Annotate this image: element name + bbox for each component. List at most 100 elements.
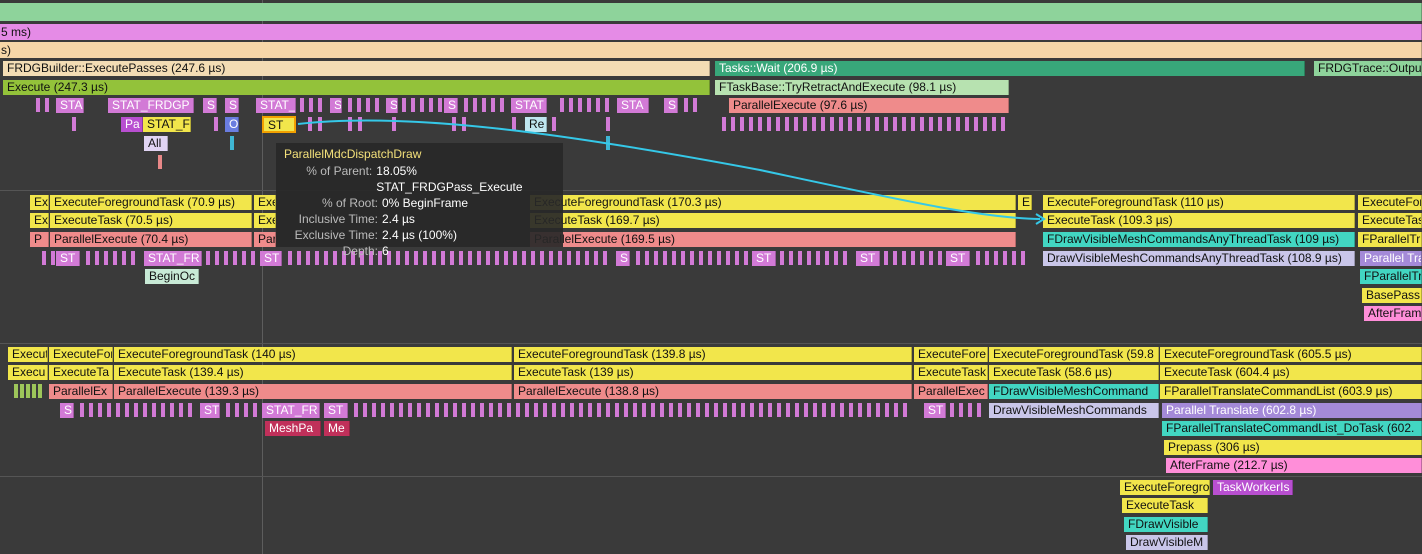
small-event-tick[interactable]: [678, 403, 682, 417]
timing-event[interactable]: ST: [200, 403, 220, 418]
small-event-tick[interactable]: [731, 117, 735, 131]
small-event-tick[interactable]: [938, 117, 942, 131]
small-event-tick[interactable]: [244, 403, 248, 417]
small-event-tick[interactable]: [669, 403, 673, 417]
timing-event[interactable]: FParallelTr: [1360, 269, 1422, 284]
small-event-tick[interactable]: [570, 403, 574, 417]
small-event-tick[interactable]: [567, 251, 571, 265]
timing-event[interactable]: ExecuteTask (139.4 µs): [114, 365, 512, 380]
small-event-tick[interactable]: [420, 98, 424, 112]
small-event-tick[interactable]: [354, 403, 358, 417]
small-event-tick[interactable]: [179, 403, 183, 417]
timing-event[interactable]: ExecuteForegroundTask (140 µs): [114, 347, 512, 362]
small-event-tick[interactable]: [722, 117, 726, 131]
small-event-tick[interactable]: [642, 403, 646, 417]
small-event-tick[interactable]: [992, 117, 996, 131]
small-event-tick[interactable]: [152, 403, 156, 417]
small-event-tick[interactable]: [903, 403, 907, 417]
small-event-tick[interactable]: [482, 98, 486, 112]
frame-bar-3[interactable]: s): [0, 42, 1422, 58]
timing-event[interactable]: Prepass (306 µs): [1164, 440, 1422, 455]
small-event-tick[interactable]: [744, 251, 748, 265]
small-event-tick[interactable]: [867, 403, 871, 417]
timing-event[interactable]: ParallelExecute (139.3 µs): [114, 384, 512, 399]
small-event-tick[interactable]: [38, 384, 42, 398]
small-event-tick[interactable]: [309, 98, 313, 112]
small-event-tick[interactable]: [381, 403, 385, 417]
small-event-tick[interactable]: [375, 98, 379, 112]
small-event-tick[interactable]: [681, 251, 685, 265]
small-event-tick[interactable]: [749, 117, 753, 131]
small-event-tick[interactable]: [512, 117, 516, 131]
small-event-tick[interactable]: [651, 403, 655, 417]
small-event-tick[interactable]: [80, 403, 84, 417]
small-event-tick[interactable]: [813, 403, 817, 417]
small-event-tick[interactable]: [839, 117, 843, 131]
timing-event[interactable]: BeginOc: [145, 269, 199, 284]
small-event-tick[interactable]: [438, 98, 442, 112]
small-event-tick[interactable]: [104, 251, 108, 265]
small-event-tick[interactable]: [994, 251, 998, 265]
small-event-tick[interactable]: [950, 403, 954, 417]
timing-event[interactable]: FParallelTranslateCommandList (603.9 µs): [1160, 384, 1422, 399]
timing-event[interactable]: STAT_FRDGP: [108, 98, 194, 113]
timing-event[interactable]: Ex: [30, 213, 49, 228]
small-event-tick[interactable]: [929, 117, 933, 131]
timing-event[interactable]: ST: [260, 251, 282, 266]
small-event-tick[interactable]: [798, 251, 802, 265]
frame-bar-top[interactable]: [0, 3, 1422, 21]
small-event-tick[interactable]: [920, 251, 924, 265]
timing-event[interactable]: Execute (247.3 µs): [3, 80, 710, 95]
small-event-tick[interactable]: [95, 251, 99, 265]
small-event-tick[interactable]: [471, 403, 475, 417]
small-event-tick[interactable]: [318, 98, 322, 112]
small-event-tick[interactable]: [348, 98, 352, 112]
small-event-tick[interactable]: [1001, 117, 1005, 131]
timing-event[interactable]: Me: [324, 421, 350, 436]
small-event-tick[interactable]: [308, 117, 312, 131]
timing-event[interactable]: FDrawVisibleMeshCommandsAnyThreadTask (1…: [1043, 232, 1355, 247]
small-event-tick[interactable]: [812, 117, 816, 131]
timing-event[interactable]: Pa: [121, 117, 143, 132]
timing-event[interactable]: Ex: [30, 195, 49, 210]
small-event-tick[interactable]: [560, 98, 564, 112]
small-event-tick[interactable]: [750, 403, 754, 417]
timing-event[interactable]: All: [144, 136, 168, 151]
timing-event[interactable]: AfterFram: [1364, 306, 1422, 321]
timing-event[interactable]: MeshPa: [265, 421, 321, 436]
small-event-tick[interactable]: [131, 251, 135, 265]
small-event-tick[interactable]: [893, 117, 897, 131]
timing-event[interactable]: STA: [617, 98, 649, 113]
small-event-tick[interactable]: [214, 117, 218, 131]
small-event-tick[interactable]: [596, 98, 600, 112]
timing-event[interactable]: ST: [324, 403, 348, 418]
timing-event[interactable]: ExecuteTask: [1122, 498, 1208, 513]
small-event-tick[interactable]: [113, 251, 117, 265]
small-event-tick[interactable]: [429, 98, 433, 112]
small-event-tick[interactable]: [534, 403, 538, 417]
small-event-tick[interactable]: [606, 117, 610, 131]
timing-event[interactable]: Exe: [254, 213, 276, 228]
small-event-tick[interactable]: [444, 403, 448, 417]
small-event-tick[interactable]: [983, 117, 987, 131]
small-event-tick[interactable]: [956, 117, 960, 131]
small-event-tick[interactable]: [705, 403, 709, 417]
timing-event[interactable]: S: [330, 98, 342, 113]
small-event-tick[interactable]: [785, 117, 789, 131]
timing-event[interactable]: ExecuteForegroundTask (170.3 µs): [530, 195, 1016, 210]
small-event-tick[interactable]: [552, 403, 556, 417]
small-event-tick[interactable]: [426, 403, 430, 417]
small-event-tick[interactable]: [606, 403, 610, 417]
small-event-tick[interactable]: [848, 117, 852, 131]
small-event-tick[interactable]: [206, 251, 210, 265]
small-event-tick[interactable]: [489, 403, 493, 417]
timing-event[interactable]: S: [664, 98, 678, 113]
small-event-tick[interactable]: [693, 98, 697, 112]
small-event-tick[interactable]: [464, 98, 468, 112]
timing-event[interactable]: ExecuteFor: [49, 347, 113, 362]
small-event-tick[interactable]: [363, 403, 367, 417]
timing-event[interactable]: Execu: [8, 365, 48, 380]
small-event-tick[interactable]: [587, 98, 591, 112]
small-event-tick[interactable]: [843, 251, 847, 265]
small-event-tick[interactable]: [929, 251, 933, 265]
